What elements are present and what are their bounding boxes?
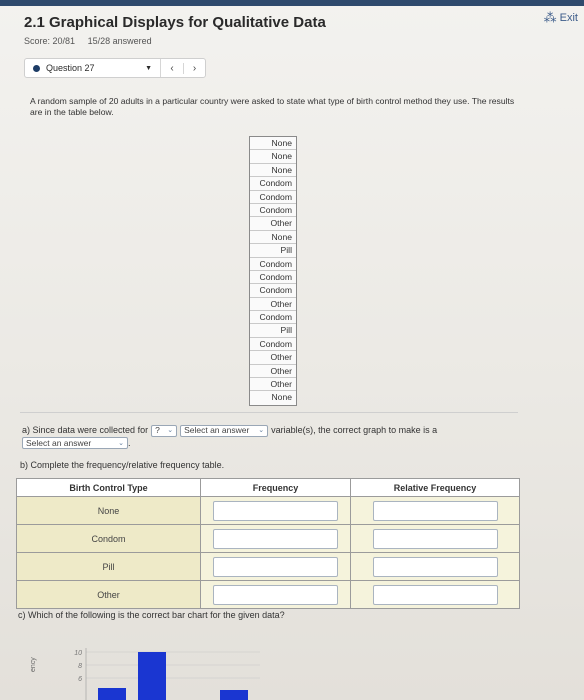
period: . [128,438,131,448]
score-text: Score: 20/81 [24,36,76,46]
raw-data-cell: None [250,137,296,151]
raw-data-cell: Pill [250,244,296,258]
col-header-type: Birth Control Type [16,478,201,497]
row-label: Pill [16,552,201,581]
frequency-input[interactable] [213,556,338,577]
raw-data-cell: Other [250,378,296,392]
y-tick-label: 6 [78,676,82,683]
exit-button[interactable]: ⁂ Exit [544,10,578,26]
divider [20,412,518,413]
chevron-down-icon: ⌄ [258,427,265,434]
y-tick-label: 8 [78,663,82,670]
chevron-left-icon: ‹ [170,62,174,74]
raw-data-cell: Other [250,298,296,312]
next-question-button[interactable]: › [183,62,205,74]
raw-data-cell: Condom [250,284,296,298]
question-nav: Question 27 ▼ ‹ › [24,58,206,78]
chevron-down-icon: ⌄ [118,440,124,447]
relative-frequency-input[interactable] [372,500,498,521]
variable-type-value: Select an answer [184,425,250,435]
part-a-text-before: a) Since data were collected for [22,425,149,435]
frequency-cell [200,580,351,609]
part-a-text-after: variable(s), the correct graph to make i… [271,425,438,435]
frequency-input[interactable] [213,584,338,605]
prev-question-button[interactable]: ‹ [161,63,183,74]
variable-count-value: ? [155,425,160,435]
raw-data-cell: Condom [250,338,296,352]
raw-data-cell: Condom [250,258,296,271]
relative-frequency-input[interactable] [372,584,498,605]
relative-frequency-input[interactable] [372,556,498,577]
question-select[interactable]: Question 27 ▼ [46,59,161,77]
score-line: Score: 20/81 15/28 answered [24,36,152,46]
variable-type-select[interactable]: Select an answer ⌄ [180,424,269,437]
chart-bar [220,690,248,700]
frequency-cell [200,524,351,553]
frequency-cell [200,496,351,525]
chart-y-label: ency [30,657,37,672]
table-row: Condom [16,524,520,553]
relative-frequency-cell [350,524,520,553]
raw-data-cell: Other [250,217,296,231]
variable-count-select[interactable]: ? ⌄ [151,424,178,437]
part-b-text: b) Complete the frequency/relative frequ… [20,460,225,470]
row-label: Other [16,580,201,609]
top-bar [0,0,584,6]
page: ⁂ Exit 2.1 Graphical Displays for Qualit… [0,0,584,700]
table-row: Other [16,580,520,609]
raw-data-cell: Condom [250,311,296,325]
frequency-table: Birth Control Type Frequency Relative Fr… [16,478,520,609]
raw-data-cell: None [250,164,296,178]
raw-data-cell: Other [250,365,296,379]
raw-data-cell: None [271,392,292,403]
raw-data-cell: Condom [250,177,296,191]
col-header-frequency: Frequency [200,478,351,497]
status-dot-icon [33,64,40,72]
relative-frequency-cell [350,552,520,581]
raw-data-cell: Other [250,351,296,365]
chart-bar [98,688,126,700]
page-title: 2.1 Graphical Displays for Qualitative D… [24,14,326,31]
raw-data-cell: Condom [250,204,296,218]
raw-data-cell: None [250,150,296,164]
raw-data-cell: Condom [250,271,296,285]
raw-data-cell: Condom [250,191,296,204]
question-select-label: Question 27 [46,63,95,73]
frequency-input[interactable] [213,500,338,521]
bar-chart-svg: 10 8 6 [74,648,260,700]
relative-frequency-cell [350,496,520,525]
table-row: Pill [16,552,520,581]
chevron-right-icon: › [192,62,197,74]
frequency-cell [200,552,351,581]
question-prompt: A random sample of 20 adults in a partic… [30,96,515,117]
part-a-line2: Select an answer ⌄ . [22,437,131,449]
table-row: None [16,496,520,525]
graph-type-select[interactable]: Select an answer ⌄ [22,437,128,449]
row-label: None [16,496,201,525]
row-label: Condom [16,524,201,553]
part-a: a) Since data were collected for ? ⌄ Sel… [22,424,437,437]
raw-data-cell: None [250,231,296,245]
answered-text: 15/28 answered [87,36,152,46]
graph-type-value: Select an answer [26,438,92,448]
relative-frequency-cell [350,580,520,609]
part-c-text: c) Which of the following is the correct… [18,610,285,620]
chart-bar [138,652,166,700]
caret-down-icon: ▼ [145,64,152,72]
chevron-down-icon: ⌄ [167,427,174,434]
raw-data-table: None None None Condom Condom Condom Other None P… [249,136,297,406]
y-tick-label: 10 [74,650,82,657]
relative-frequency-input[interactable] [372,528,498,549]
raw-data-cell: Pill [250,324,296,338]
col-header-relative-frequency: Relative Frequency [350,478,520,497]
exit-label: Exit [559,12,578,24]
exit-icon: ⁂ [543,10,557,25]
frequency-input[interactable] [213,528,338,549]
bar-chart: 10 8 6 [60,640,260,700]
